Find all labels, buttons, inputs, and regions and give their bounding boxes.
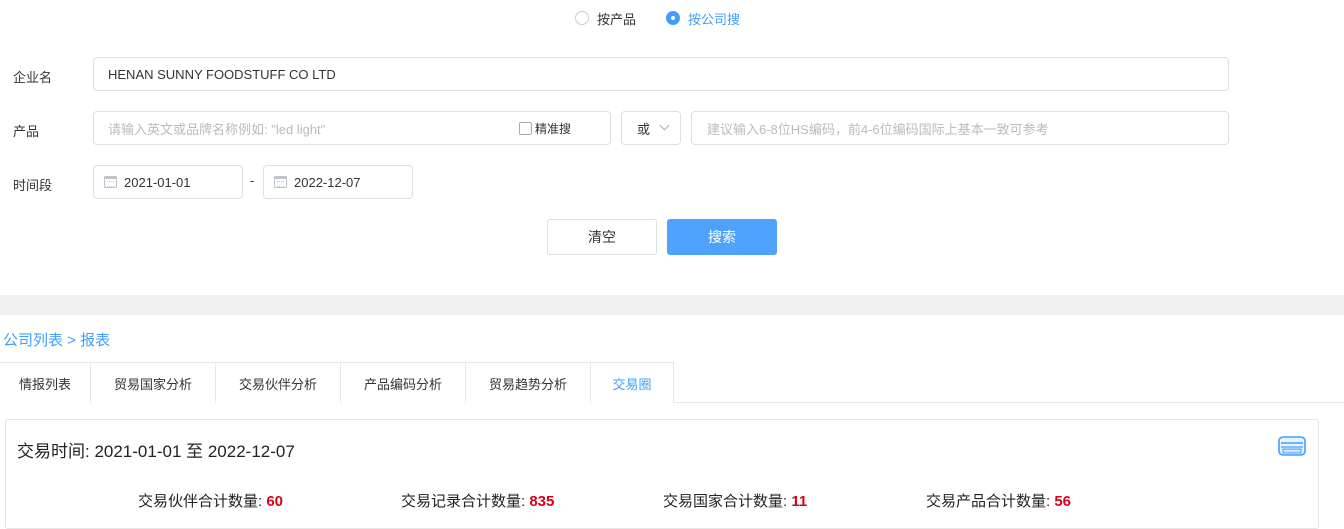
breadcrumb[interactable]: 公司列表 > 报表 <box>3 329 110 350</box>
search-button[interactable]: 搜索 <box>667 219 777 255</box>
tab-trade-partner[interactable]: 交易伙伴分析 <box>216 362 341 403</box>
or-select-value: 或 <box>637 121 651 137</box>
stat-value: 56 <box>1054 493 1072 510</box>
stat-products: 交易产品合计数量: 56 <box>926 490 1071 511</box>
calendar-icon <box>104 176 117 188</box>
company-label: 企业名 <box>13 70 53 85</box>
report-tabs: 情报列表 贸易国家分析 交易伙伴分析 产品编码分析 贸易趋势分析 交易圈 <box>0 362 1344 404</box>
stat-value: 835 <box>529 493 555 510</box>
tab-intel-list[interactable]: 情报列表 <box>0 362 91 403</box>
radio-by-product[interactable]: 按产品 <box>575 8 636 28</box>
stat-value: 11 <box>791 493 808 510</box>
date-from-input[interactable]: 2021-01-01 <box>93 165 243 199</box>
tab-trade-circle[interactable]: 交易圈 <box>591 362 674 404</box>
product-label: 产品 <box>13 124 40 139</box>
tab-trade-trend[interactable]: 贸易趋势分析 <box>466 362 591 403</box>
stat-records: 交易记录合计数量: 835 <box>401 490 554 511</box>
radio-off-icon <box>575 11 589 25</box>
section-divider <box>0 295 1344 315</box>
stat-value: 60 <box>266 493 284 510</box>
hs-code-input[interactable]: 建议输入6-8位HS编码，前4-6位编码国际上基本一致可参考 <box>691 111 1229 145</box>
date-to-input[interactable]: 2022-12-07 <box>263 165 413 199</box>
tab-trade-country[interactable]: 贸易国家分析 <box>91 362 216 403</box>
chevron-down-icon <box>659 120 670 131</box>
date-separator: - <box>250 173 255 188</box>
scroll-gutter <box>1333 0 1344 295</box>
stat-label: 交易国家合计数量: <box>663 493 792 510</box>
or-select[interactable]: 或 <box>621 111 681 145</box>
radio-by-company[interactable]: 按公司搜 <box>666 8 740 28</box>
date-to-value: 2022-12-07 <box>294 174 361 190</box>
radio-label: 按产品 <box>597 11 637 27</box>
stat-label: 交易记录合计数量: <box>401 493 530 510</box>
summary-card: 交易时间: 2021-01-01 至 2022-12-07 交易伙伴合计数量: … <box>5 419 1319 529</box>
stat-countries: 交易国家合计数量: 11 <box>663 490 807 511</box>
exact-search-checkbox[interactable]: 精准搜 <box>519 120 571 137</box>
period-label: 时间段 <box>13 178 53 193</box>
calendar-icon <box>274 176 287 188</box>
company-input[interactable]: HENAN SUNNY FOODSTUFF CO LTD <box>93 57 1229 91</box>
clear-button[interactable]: 清空 <box>547 219 657 255</box>
stat-label: 交易产品合计数量: <box>926 493 1055 510</box>
search-mode-group: 按产品 按公司搜 <box>575 8 740 28</box>
trade-period: 交易时间: 2021-01-01 至 2022-12-07 <box>17 442 295 461</box>
date-from-value: 2021-01-01 <box>124 174 191 190</box>
radio-label: 按公司搜 <box>688 11 741 27</box>
stat-partners: 交易伙伴合计数量: 60 <box>138 490 283 511</box>
tab-product-code[interactable]: 产品编码分析 <box>341 362 466 403</box>
exact-search-label: 精准搜 <box>535 122 572 136</box>
stat-label: 交易伙伴合计数量: <box>138 493 267 510</box>
radio-on-icon <box>666 11 681 25</box>
checkbox-icon <box>519 122 532 135</box>
printer-icon[interactable] <box>1278 434 1306 458</box>
